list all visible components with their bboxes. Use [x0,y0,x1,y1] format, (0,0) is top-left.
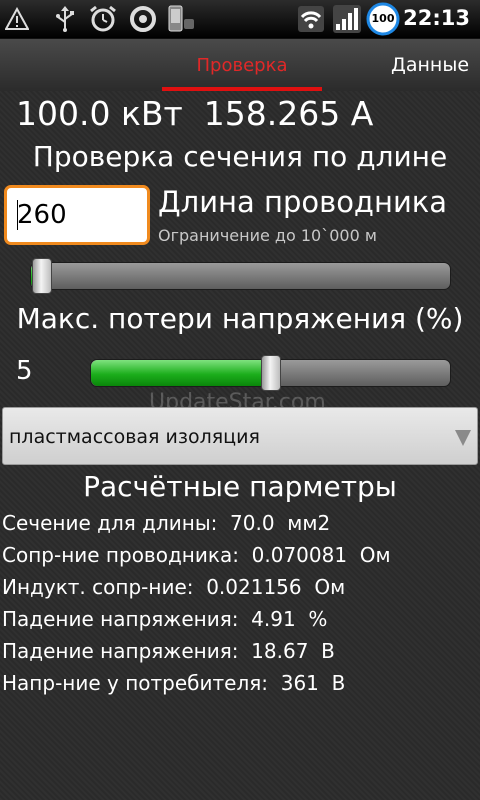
battery-level-text: 100 [371,12,395,25]
tab-check-label: Проверка [196,54,288,76]
voltage-loss-slider-fill [91,360,271,386]
insulation-select[interactable]: пластмассовая изоляция [2,407,478,465]
length-hint: Ограничение до 10`000 м [158,226,377,245]
result-row: Падение напряжения: 4.91 % [2,607,328,631]
tab-data[interactable]: Данные [380,39,480,91]
tab-bar: Проверка Данные [0,39,480,91]
wifi-icon [296,5,326,33]
current-value: 158.265 А [203,94,374,133]
power-value: 100.0 кВт [16,94,183,133]
results-title: Расчётные парметры [83,470,397,503]
battery-icon: 100 [366,2,400,36]
length-slider[interactable] [30,258,451,294]
tab-data-label: Данные [390,54,470,76]
length-label: Длина проводника [158,185,448,219]
result-row: Сопр-ние проводника: 0.070081 Ом [2,543,391,567]
voltage-loss-value: 5 [16,356,33,386]
result-row: Напр-ние у потребителя: 361 В [2,671,346,695]
voltage-loss-label: Макс. потери напряжения (%) [16,302,464,335]
warning-icon [4,5,30,33]
length-input-value: 260 [17,200,67,230]
text-caret [17,200,18,230]
status-bar: 100 22:13 [0,0,480,39]
phone-icon [166,5,196,33]
voltage-loss-slider-thumb[interactable] [261,355,281,391]
length-input[interactable]: 260 [4,185,150,245]
result-row: Падение напряжения: 18.67 В [2,639,335,663]
insulation-selected-value: пластмассовая изоляция [9,426,260,448]
tab-check[interactable]: Проверка [162,39,322,91]
length-slider-thumb[interactable] [32,258,52,294]
dropdown-arrow-icon [455,430,471,446]
alarm-icon [88,5,118,33]
sync-icon [128,5,158,33]
status-time: 22:13 [403,6,470,30]
section-title: Проверка сечения по длине [32,140,448,173]
tab-selected-indicator [162,87,322,91]
signal-icon [332,5,362,33]
power-current-summary: 100.0 кВт 158.265 А [16,94,373,133]
usb-icon [52,5,78,33]
voltage-loss-slider[interactable] [90,355,451,391]
result-row: Сечение для длины: 70.0 мм2 [2,511,331,535]
result-row: Индукт. сопр-ние: 0.021156 Ом [2,575,346,599]
